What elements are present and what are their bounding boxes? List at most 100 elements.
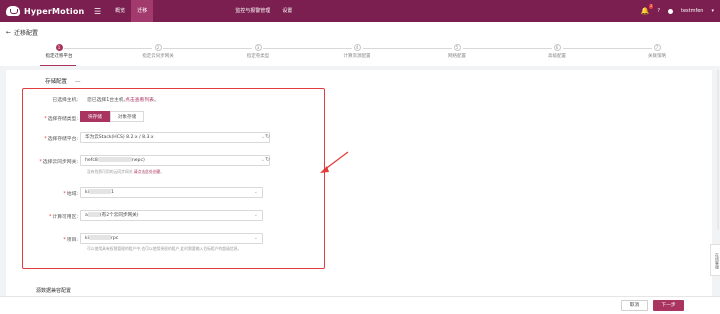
chosen-hosts-text: 您已选择1台主机,点击查看列表。 xyxy=(87,96,159,103)
active-step-underline xyxy=(40,65,76,66)
nav-device-manage[interactable] xyxy=(193,0,229,22)
redacted-text xyxy=(119,157,132,162)
region-label-text: 地域: xyxy=(66,192,78,197)
gateway-label: *选择云同步网关: xyxy=(12,158,78,165)
chevron-down-icon[interactable]: ▾ xyxy=(711,8,714,14)
step-1[interactable]: 1 指定迁移平台 xyxy=(24,42,94,59)
user-avatar[interactable] xyxy=(668,8,673,14)
step-label: 高级配置 xyxy=(548,54,566,59)
next-section-title[interactable]: 源数据兼容配置 xyxy=(6,286,712,296)
redacted-text xyxy=(88,235,111,240)
step-number: 6 xyxy=(553,44,561,51)
chevron-down-icon: ⌄ xyxy=(253,189,258,195)
online-service-panel[interactable]: 在线客服 xyxy=(710,244,720,276)
section-collapse-toggle[interactable]: — xyxy=(75,79,81,85)
next-step-button[interactable]: 下一步 xyxy=(653,300,684,311)
section-title-text: 存储配置 xyxy=(45,79,68,85)
project-label: *项目: xyxy=(12,236,78,243)
storage-config-card: 存储配置 — 已选择主机: 您已选择1台主机,点击查看列表。 *选择存储类型: 块… xyxy=(6,70,712,292)
redacted-text xyxy=(97,157,120,162)
step-4[interactable]: 4 计算资源配置 xyxy=(322,42,392,59)
region-label: *地域: xyxy=(12,190,78,197)
step-2[interactable]: 2 指定云同步网关 xyxy=(123,42,193,59)
cloud-logo-icon xyxy=(6,6,20,16)
scrollbar[interactable] xyxy=(717,70,719,230)
required-mark: * xyxy=(63,192,66,197)
gateway-value-prefix: hefc8 xyxy=(85,158,98,163)
gateway-hint-text: 没有找到可用的云同步网关, xyxy=(87,169,134,174)
nav-migration[interactable]: 迁移 xyxy=(131,0,154,22)
storage-type-label-text: 选择存储类型: xyxy=(47,117,78,122)
create-gateway-link[interactable]: 请点击此处创建 xyxy=(134,169,161,174)
project-select[interactable]: ki rpc ⌄ xyxy=(80,233,263,244)
step-label: 指定云同步网关 xyxy=(142,54,174,59)
section-title: 存储配置 — xyxy=(45,77,81,85)
project-hint: 可以使用具有权限管理的租户中,也可以使用授权的租户,此时需要输入目标租户的超级信… xyxy=(87,246,242,251)
project-value-suffix: rpc xyxy=(110,236,119,241)
step-number: 2 xyxy=(154,44,162,51)
az-select[interactable]: a (有2个云同步网关) ⌄ xyxy=(80,210,263,221)
platform-label-text: 选择存储平台: xyxy=(47,137,78,142)
region-select[interactable]: ki 1 ⌄ xyxy=(80,187,263,198)
gateway-select[interactable]: hefc8 nepc) ⌄ xyxy=(80,155,270,166)
nav-config-manage[interactable] xyxy=(153,0,193,22)
step-number: 4 xyxy=(353,44,361,51)
block-storage-option[interactable]: 块存储 xyxy=(80,111,110,122)
menu-icon[interactable]: ☰ xyxy=(94,7,101,16)
project-label-text: 项目: xyxy=(66,238,78,243)
app-logo[interactable]: HyperMotion xyxy=(6,6,94,16)
nav-settings[interactable]: 设置 xyxy=(276,0,298,22)
username[interactable]: testmfen xyxy=(681,8,703,14)
notification-count: 2 xyxy=(649,4,654,9)
redacted-text xyxy=(87,212,100,217)
step-3[interactable]: 3 指定卷类型 xyxy=(223,42,293,59)
footer-bar: 取消 下一步 xyxy=(0,296,720,314)
gateway-hint-end: 。 xyxy=(160,169,165,174)
view-host-list-link[interactable]: 点击查看列表 xyxy=(125,98,154,103)
refresh-icon[interactable]: ↻ xyxy=(265,134,271,140)
step-label: 指定卷类型 xyxy=(246,54,270,59)
step-label: 网络配置 xyxy=(448,54,466,59)
back-arrow-icon[interactable]: ← xyxy=(6,29,11,36)
required-mark: * xyxy=(44,137,47,142)
gateway-hint: 没有找到可用的云同步网关,请点击此处创建。 xyxy=(87,169,164,175)
required-mark: * xyxy=(63,238,66,243)
storage-type-label: *选择存储类型: xyxy=(12,115,78,122)
storage-type-toggle: 块存储 对象存储 xyxy=(80,111,145,122)
platform-select[interactable]: 华为云Stack(HCS) 8.2.x / 8.3.x ⌄ xyxy=(80,132,270,143)
nav-monitor-alarm[interactable]: 监控与报警管理 xyxy=(229,0,276,22)
step-5[interactable]: 5 网络配置 xyxy=(422,42,492,59)
chosen-hosts-end: 。 xyxy=(153,98,159,103)
object-storage-option[interactable]: 对象存储 xyxy=(109,111,145,122)
notification-bell-icon[interactable]: 🔔 2 xyxy=(641,4,654,15)
az-value-suffix: (有2个云同步网关) xyxy=(99,213,139,218)
cancel-button[interactable]: 取消 xyxy=(621,300,648,311)
chevron-down-icon: ⌄ xyxy=(253,212,258,218)
gateway-label-text: 选择云同步网关: xyxy=(42,160,78,165)
refresh-icon[interactable]: ↻ xyxy=(265,157,271,163)
step-number: 7 xyxy=(653,44,661,51)
platform-label: *选择存储平台: xyxy=(12,135,78,142)
app-name: HyperMotion xyxy=(24,6,85,16)
top-navbar: HyperMotion ☰ 概览 迁移 监控与报警管理 设置 🔔 2 ? test… xyxy=(0,0,720,22)
step-6[interactable]: 6 高级配置 xyxy=(522,42,592,59)
step-number: 1 xyxy=(55,44,63,51)
page-header: ← 迁移配置 xyxy=(0,22,720,42)
step-7[interactable]: 7 关联策略 xyxy=(622,42,692,59)
chosen-hosts-summary: 您已选择1台主机, xyxy=(87,98,126,103)
migration-steps: 1 指定迁移平台 2 指定云同步网关 3 指定卷类型 4 计算资源配置 5 网络… xyxy=(0,42,720,66)
region-value-suffix: 1 xyxy=(110,190,114,195)
chevron-down-icon: ⌄ xyxy=(253,235,258,241)
gateway-value-suffix: nepc) xyxy=(131,158,145,163)
chosen-hosts-label: 已选择主机: xyxy=(52,98,78,103)
step-label: 计算资源配置 xyxy=(343,54,371,59)
annotation-arrow xyxy=(320,151,349,173)
step-label: 关联策略 xyxy=(648,54,666,59)
nav-overview[interactable]: 概览 xyxy=(109,0,131,22)
az-label-text: 计算可用区: xyxy=(52,215,78,220)
help-icon[interactable]: ? xyxy=(657,8,660,14)
arrow-line xyxy=(323,151,349,171)
step-label: 指定迁移平台 xyxy=(45,54,73,59)
step-number: 5 xyxy=(453,44,461,51)
platform-select-value: 华为云Stack(HCS) 8.2.x / 8.3.x xyxy=(85,135,154,140)
